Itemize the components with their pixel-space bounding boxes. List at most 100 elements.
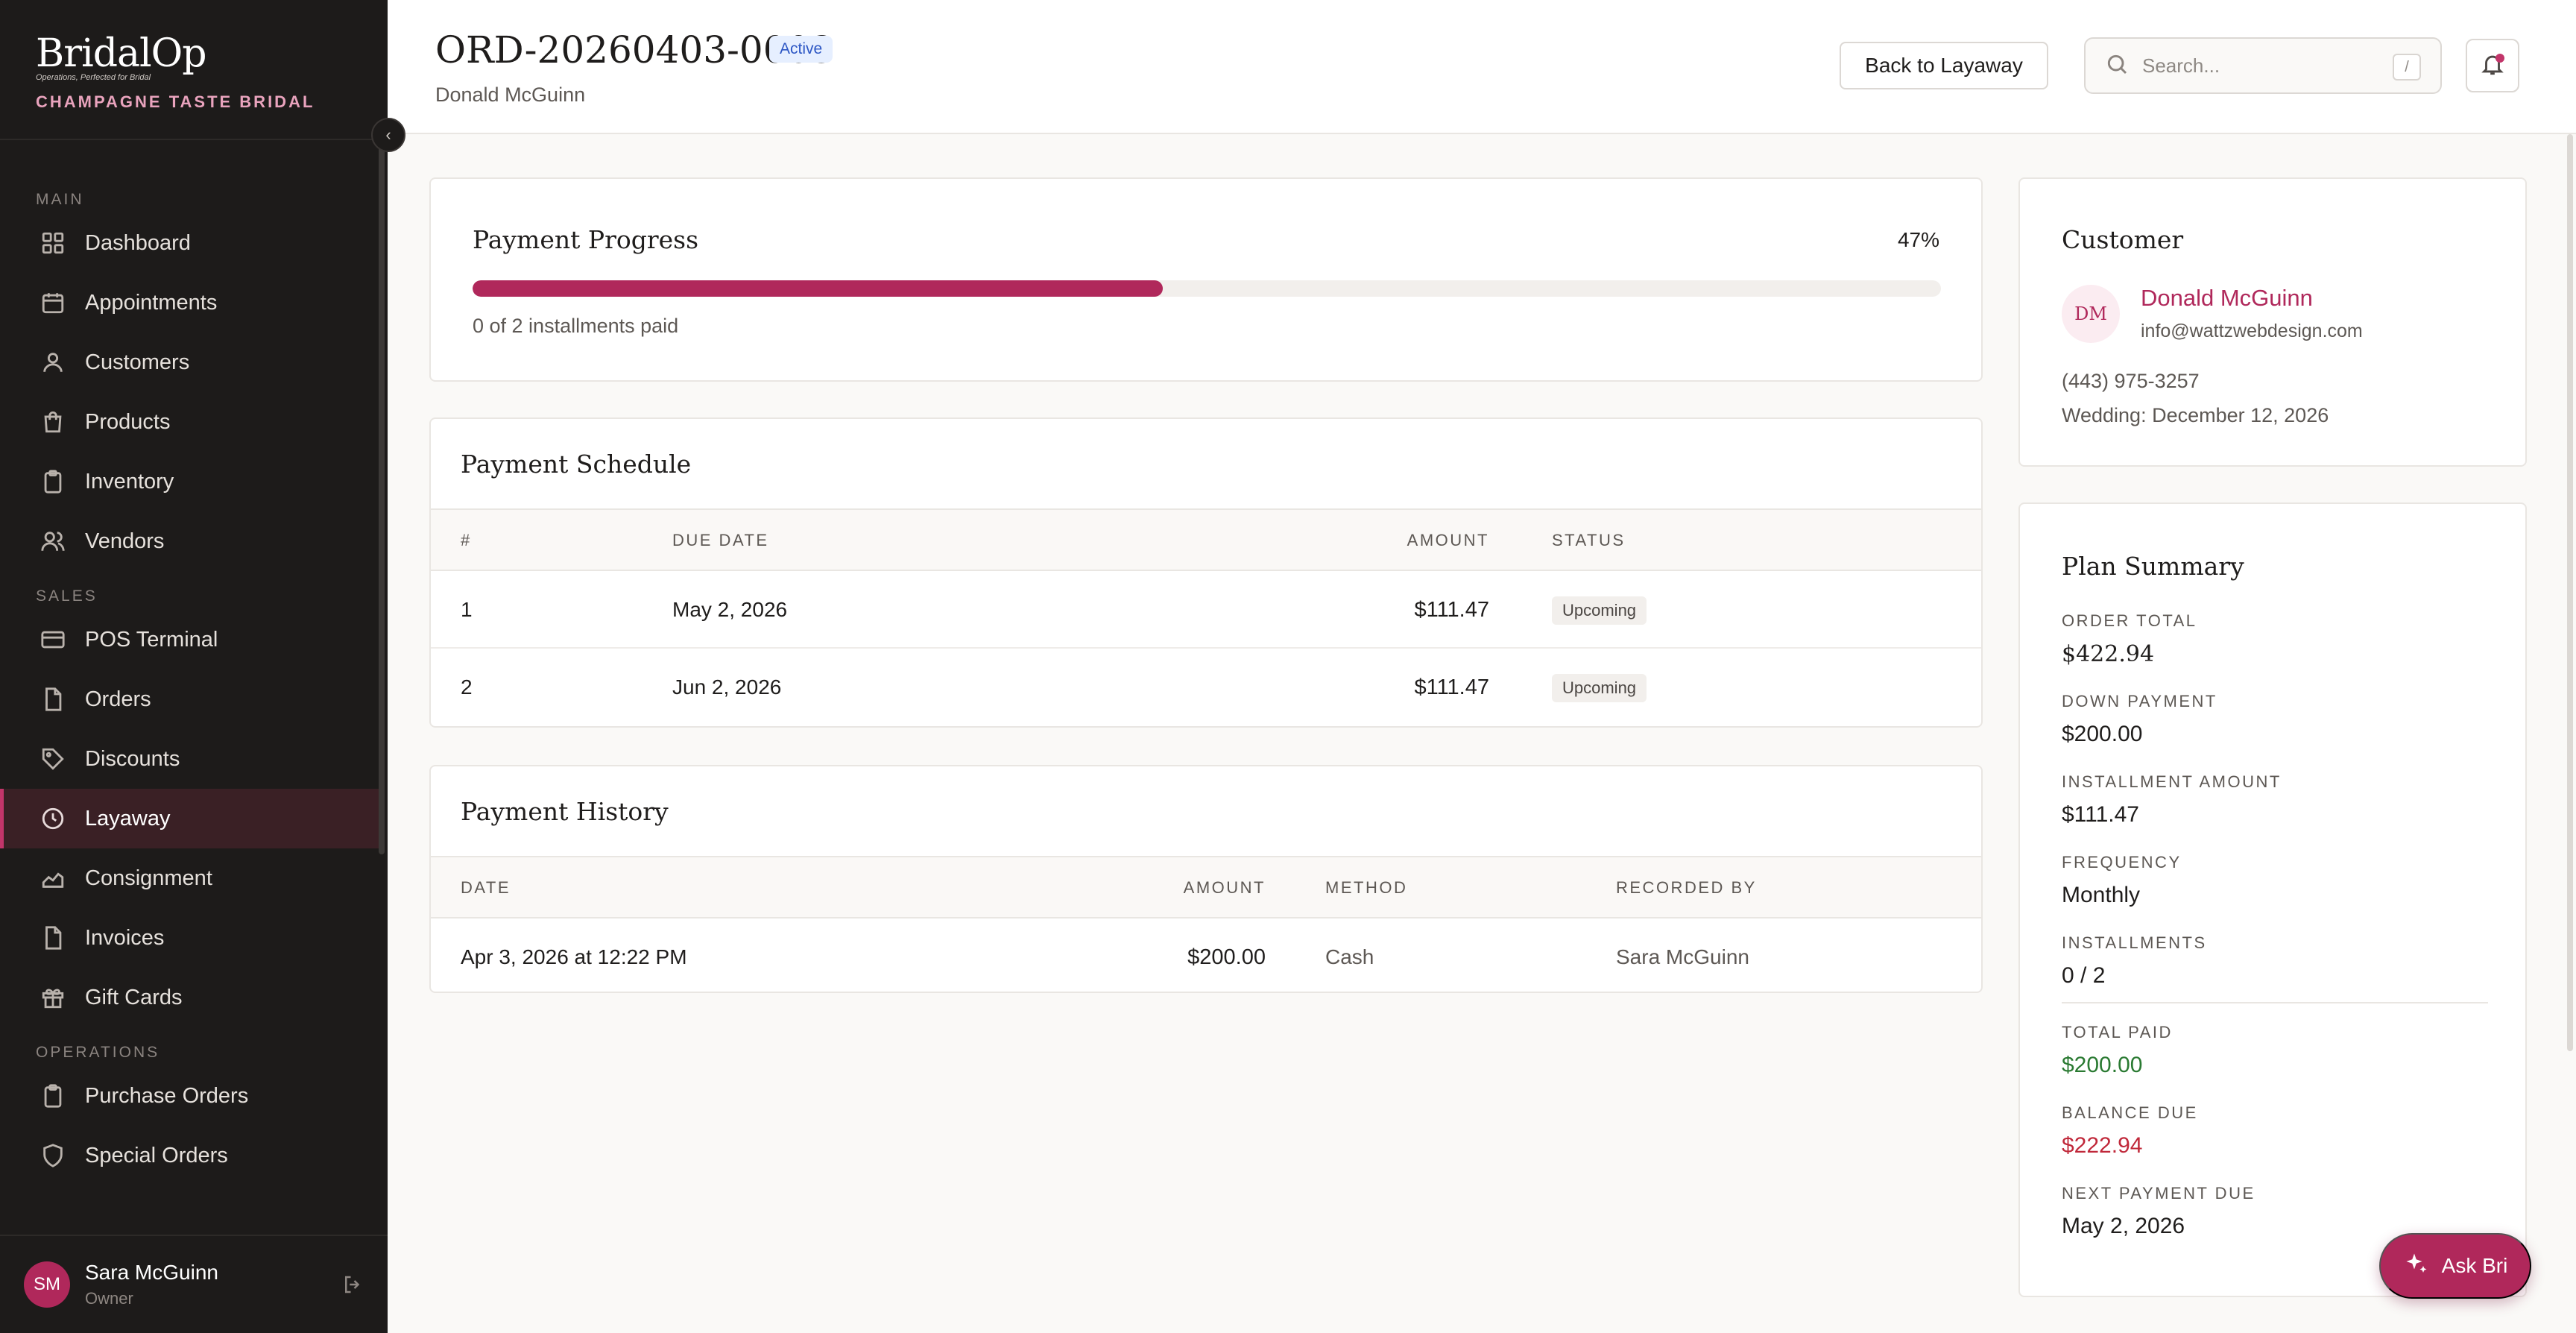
clipboard-icon (40, 1083, 66, 1109)
wedding-date: Wedding: December 12, 2026 (2062, 404, 2329, 426)
sidebar-item-pos-terminal[interactable]: POS Terminal (0, 610, 379, 669)
sidebar-item-gift-cards[interactable]: Gift Cards (0, 968, 379, 1027)
sidebar-item-inventory[interactable]: Inventory (0, 452, 379, 511)
plan-value: $111.47 (2062, 802, 2139, 827)
table-row[interactable]: 1 May 2, 2026 $111.47 Upcoming (431, 571, 1981, 649)
logout-button[interactable] (341, 1273, 364, 1296)
search-icon (2105, 52, 2129, 80)
column-header-amount: AMOUNT (1183, 878, 1266, 897)
installments-paid-caption: 0 of 2 installments paid (473, 315, 679, 337)
plan-label: INSTALLMENTS (2062, 933, 2207, 952)
search-input[interactable] (2142, 54, 2381, 78)
avatar: SM (24, 1261, 70, 1308)
installment-amount: $111.47 (1414, 675, 1489, 699)
user-icon (40, 350, 66, 375)
status-badge: Upcoming (1552, 596, 1647, 625)
logout-icon (341, 1276, 364, 1299)
sidebar-item-consignment[interactable]: Consignment (0, 848, 379, 908)
sidebar-item-label: Orders (85, 687, 151, 711)
store-name: CHAMPAGNE TASTE BRIDAL (36, 92, 315, 111)
plan-balance-due: BALANCE DUE $222.94 (2062, 1103, 2488, 1184)
column-header-due-date: DUE DATE (672, 531, 769, 549)
grid-icon (40, 230, 66, 256)
brand-logo[interactable]: BridalOp (36, 33, 315, 75)
payment-progress-card: Payment Progress 47% 0 of 2 installments… (429, 177, 1983, 382)
plan-value: $200.00 (2062, 1053, 2143, 1077)
sidebar-item-purchase-orders[interactable]: Purchase Orders (0, 1066, 379, 1126)
payment-schedule-title: Payment Schedule (461, 449, 692, 479)
sidebar-scrollbar[interactable] (379, 139, 385, 854)
installment-number: 2 (461, 675, 473, 699)
sidebar-item-dashboard[interactable]: Dashboard (0, 213, 379, 273)
sidebar-item-layaway[interactable]: Layaway (0, 789, 379, 848)
column-header-recorded-by: RECORDED BY (1616, 878, 1757, 897)
sidebar-item-orders[interactable]: Orders (0, 669, 379, 729)
sidebar-item-label: Customers (85, 350, 190, 374)
plan-value: Monthly (2062, 883, 2141, 907)
payment-date: Apr 3, 2026 at 12:22 PM (461, 945, 687, 968)
progress-bar (473, 280, 1941, 297)
brand: BridalOp Operations, Perfected for Brida… (36, 33, 315, 112)
plan-value: $200.00 (2062, 722, 2143, 746)
tag-icon (40, 746, 66, 772)
status-badge: Upcoming (1552, 674, 1647, 702)
plan-value: $422.94 (2062, 641, 2155, 667)
progress-bar-fill (473, 280, 1163, 297)
nav-section-sales: SALES (36, 587, 98, 605)
sidebar-item-label: Vendors (85, 529, 165, 553)
file-icon (40, 925, 66, 951)
table-row[interactable]: Apr 3, 2026 at 12:22 PM $200.00 Cash Sar… (431, 918, 1981, 992)
sidebar-item-invoices[interactable]: Invoices (0, 908, 379, 968)
card-icon (40, 627, 66, 652)
page-header: ORD-20260403-0003 Active Donald McGuinn … (388, 0, 2576, 134)
sidebar-item-label: Appointments (85, 290, 218, 315)
sidebar-item-appointments[interactable]: Appointments (0, 273, 379, 333)
user-name: Sara McGuinn (85, 1261, 218, 1284)
customer-name-link[interactable]: Donald McGuinn (2141, 285, 2313, 312)
notifications-button[interactable] (2466, 39, 2519, 92)
due-date: Jun 2, 2026 (672, 675, 782, 699)
column-header-date: DATE (461, 878, 511, 897)
back-to-layaway-button[interactable]: Back to Layaway (1840, 42, 2048, 89)
table-header: DATE AMOUNT METHOD RECORDED BY (431, 857, 1981, 918)
user-profile[interactable]: SM Sara McGuinn Owner (0, 1235, 388, 1333)
payment-schedule-card: Payment Schedule # DUE DATE AMOUNT STATU… (429, 417, 1983, 728)
search-box[interactable]: / (2084, 37, 2442, 94)
plan-summary-list: ORDER TOTAL $422.94 DOWN PAYMENT $200.00… (2062, 611, 2488, 1264)
plan-label: TOTAL PAID (2062, 1023, 2173, 1041)
plan-installment-amount: INSTALLMENT AMOUNT $111.47 (2062, 772, 2488, 853)
column-header-amount: AMOUNT (1407, 531, 1489, 549)
sidebar-item-products[interactable]: Products (0, 392, 379, 452)
sidebar-nav: MAIN Dashboard Appointments Customers Pr… (0, 186, 379, 1185)
sidebar-item-customers[interactable]: Customers (0, 333, 379, 392)
plan-total-paid: TOTAL PAID $200.00 (2062, 1023, 2488, 1103)
plan-installments: INSTALLMENTS 0 / 2 (2062, 933, 2488, 1002)
column-header-method: METHOD (1325, 878, 1408, 897)
bag-icon (40, 409, 66, 435)
search-shortcut-key: / (2393, 54, 2421, 81)
payment-amount: $200.00 (1187, 945, 1266, 969)
sidebar: BridalOp Operations, Perfected for Brida… (0, 0, 405, 1333)
plan-order-total: ORDER TOTAL $422.94 (2062, 611, 2488, 692)
plan-summary-card: Plan Summary ORDER TOTAL $422.94 DOWN PA… (2018, 502, 2527, 1297)
table-row[interactable]: 2 Jun 2, 2026 $111.47 Upcoming (431, 649, 1981, 726)
column-header-status: STATUS (1552, 531, 1626, 549)
calendar-icon (40, 290, 66, 315)
plan-down-payment: DOWN PAYMENT $200.00 (2062, 692, 2488, 772)
nav-section-main: MAIN (36, 191, 84, 208)
ask-bri-button[interactable]: Ask Bri (2379, 1233, 2531, 1299)
sidebar-item-label: Special Orders (85, 1143, 228, 1167)
sidebar-item-special-orders[interactable]: Special Orders (0, 1126, 379, 1185)
sidebar-item-vendors[interactable]: Vendors (0, 511, 379, 571)
main-scrollbar[interactable] (2567, 134, 2573, 1051)
collapse-sidebar-button[interactable]: ‹ (371, 118, 405, 152)
column-header-number: # (461, 531, 472, 549)
plan-label: INSTALLMENT AMOUNT (2062, 772, 2282, 791)
gift-icon (40, 985, 66, 1010)
customer-card: Customer DM Donald McGuinn info@wattzweb… (2018, 177, 2527, 467)
plan-label: DOWN PAYMENT (2062, 692, 2217, 710)
sidebar-item-discounts[interactable]: Discounts (0, 729, 379, 789)
chart-icon (40, 866, 66, 891)
sidebar-item-label: Inventory (85, 469, 174, 494)
installment-number: 1 (461, 598, 473, 621)
